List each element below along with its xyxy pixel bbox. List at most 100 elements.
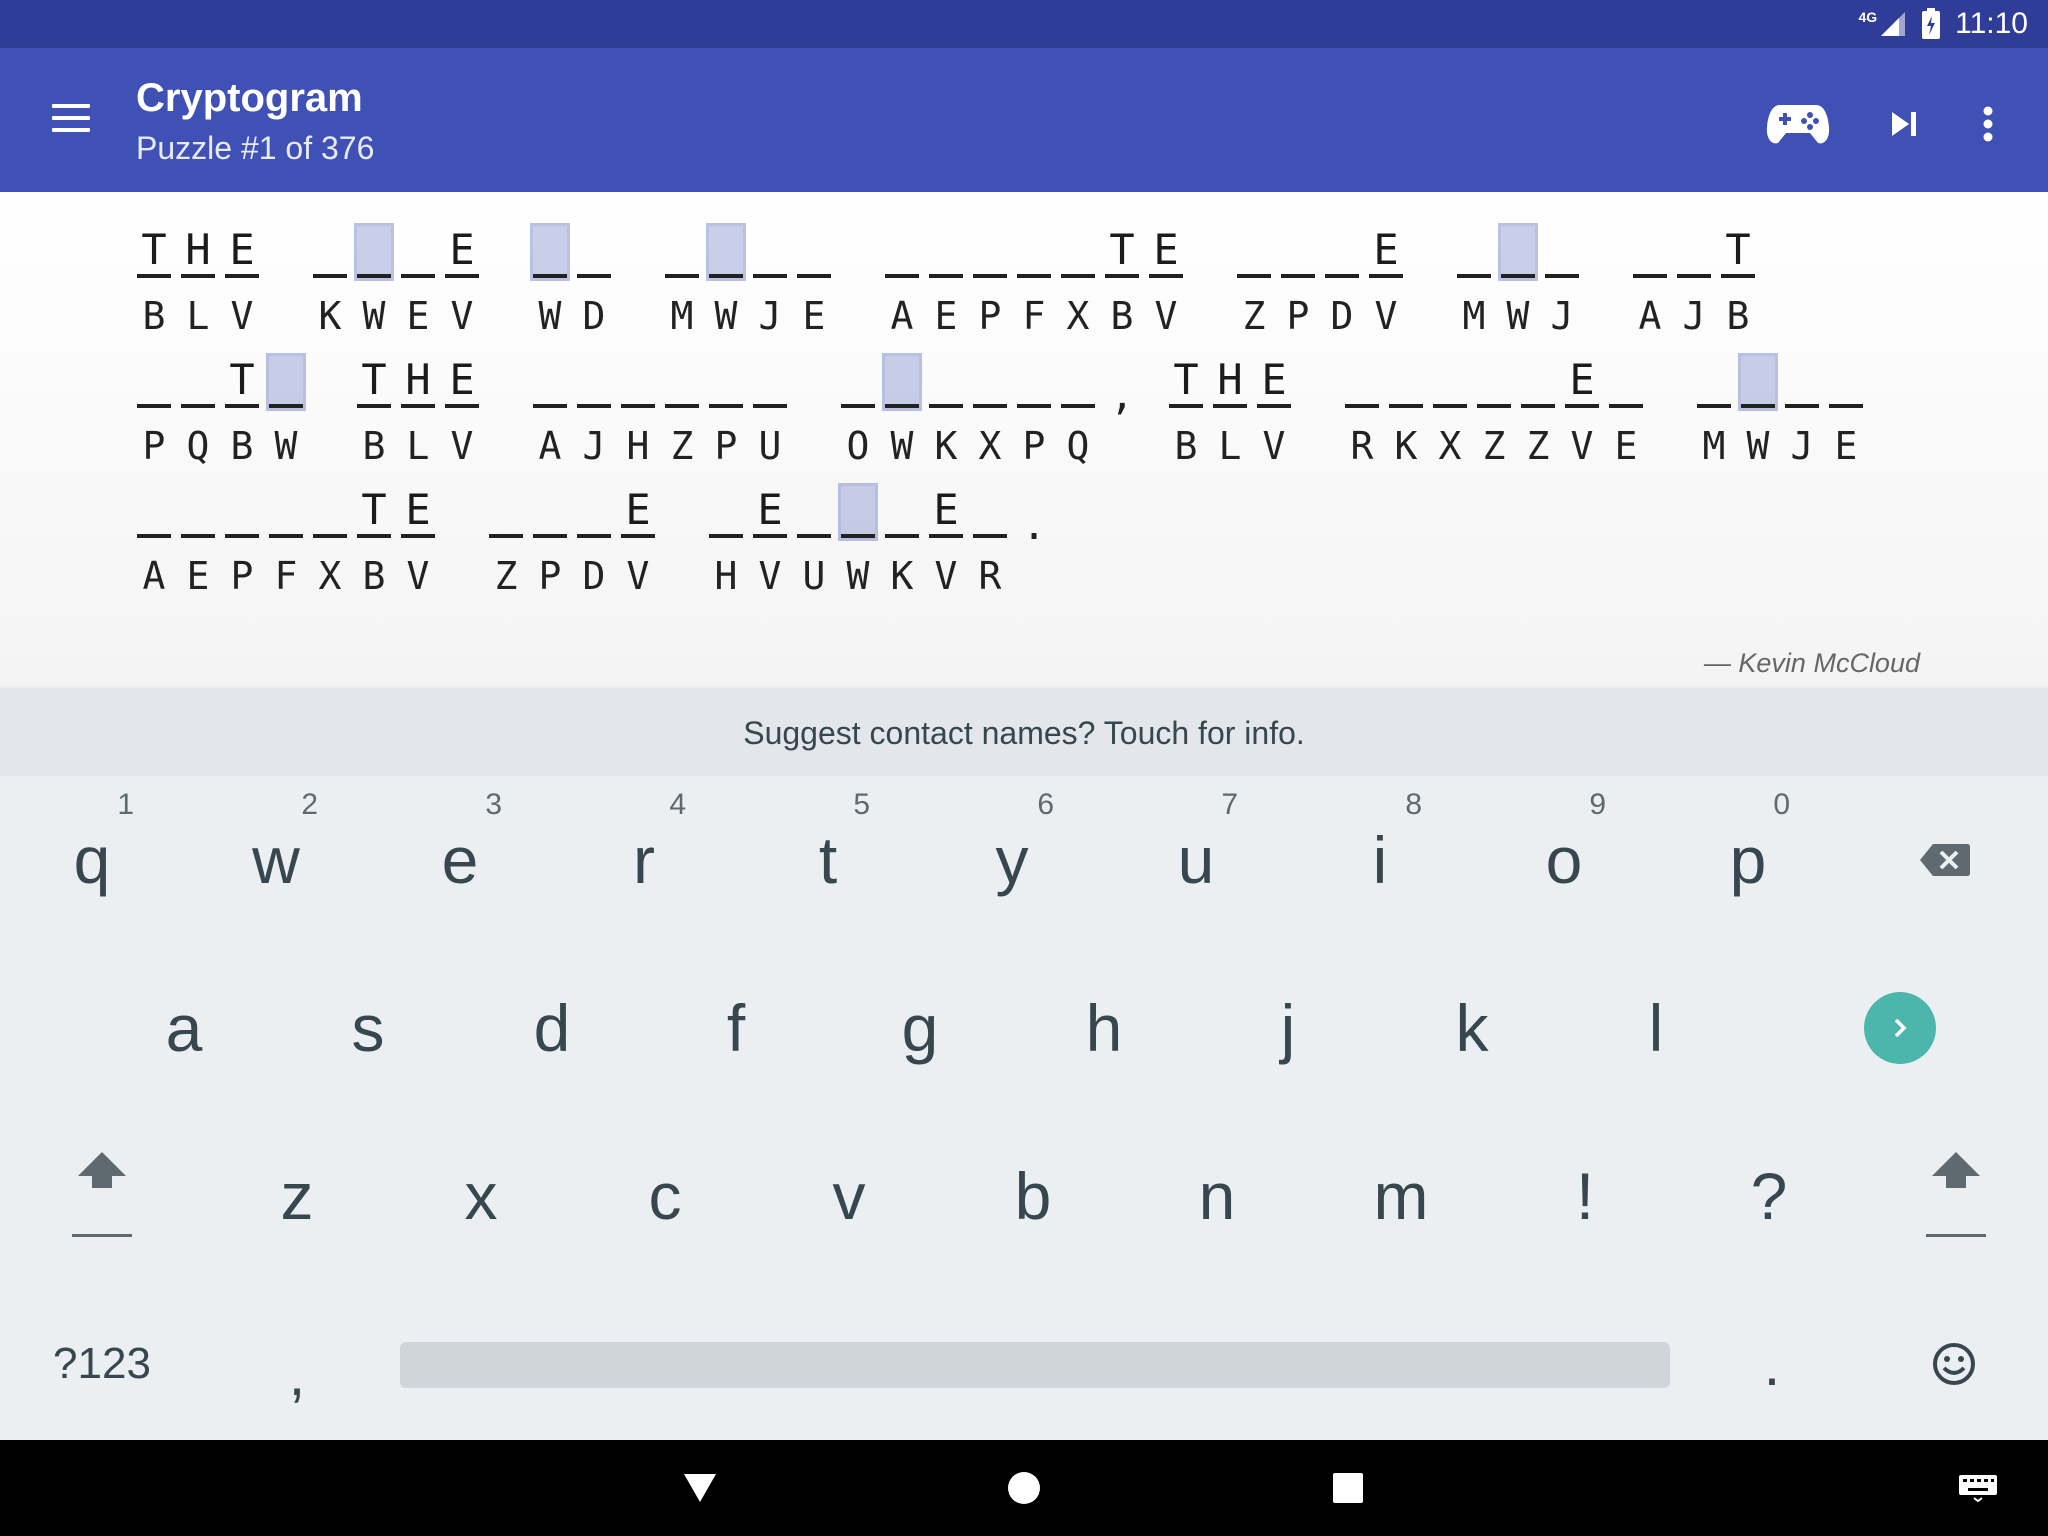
letter-cell[interactable]: J [1780,356,1824,468]
letter-slot[interactable] [797,486,831,538]
letter-slot[interactable]: E [401,486,435,538]
letter-cell[interactable]: EV [616,486,660,598]
key-h[interactable]: h [1012,944,1196,1112]
letter-cell[interactable]: EV [220,226,264,338]
key-g[interactable]: g [828,944,1012,1112]
letter-cell[interactable]: W [264,353,308,468]
letter-cell[interactable]: X [968,356,1012,468]
selected-letter-slot[interactable] [882,353,922,411]
letter-cell[interactable]: P [132,356,176,468]
letter-slot[interactable] [137,356,171,408]
letter-slot[interactable]: T [357,356,391,408]
key-q[interactable]: 1q [0,776,184,944]
letter-slot[interactable] [313,226,347,278]
letter-slot[interactable]: T [357,486,391,538]
letter-cell[interactable]: R [1340,356,1384,468]
letter-cell[interactable]: HL [176,226,220,338]
backspace-key[interactable] [1853,776,2037,944]
letter-cell[interactable]: K [880,486,924,598]
letter-cell[interactable]: TB [352,356,396,468]
letter-cell[interactable]: X [1428,356,1472,468]
letter-cell[interactable]: J [572,356,616,468]
letter-cell[interactable]: EV [1560,356,1604,468]
letter-cell[interactable]: W [836,483,880,598]
letter-slot[interactable]: E [445,356,479,408]
letter-slot[interactable]: E [1149,226,1183,278]
letter-slot[interactable] [401,226,435,278]
letter-slot[interactable] [225,486,259,538]
letter-slot[interactable] [533,356,567,408]
letter-cell[interactable]: A [132,486,176,598]
letter-slot[interactable] [1061,356,1095,408]
letter-slot[interactable] [1345,356,1379,408]
letter-cell[interactable]: P [528,486,572,598]
letter-slot[interactable] [1785,356,1819,408]
key-m[interactable]: m [1309,1112,1493,1280]
letter-slot[interactable]: E [1257,356,1291,408]
letter-slot[interactable] [577,486,611,538]
letter-cell[interactable]: D [1320,226,1364,338]
emoji-key[interactable] [1862,1280,2046,1448]
letter-slot[interactable] [1697,356,1731,408]
key-f[interactable]: f [644,944,828,1112]
letter-slot[interactable] [1433,356,1467,408]
shift-key-left[interactable] [10,1112,194,1280]
letter-slot[interactable] [181,356,215,408]
letter-slot[interactable] [973,356,1007,408]
letter-cell[interactable]: Z [1472,356,1516,468]
home-icon[interactable] [994,1458,1054,1518]
letter-cell[interactable]: EV [396,486,440,598]
letter-slot[interactable] [577,226,611,278]
letter-slot[interactable] [709,486,743,538]
letter-slot[interactable] [885,226,919,278]
letter-slot[interactable] [1477,356,1511,408]
letter-slot[interactable] [709,356,743,408]
letter-cell[interactable]: W [528,223,572,338]
letter-cell[interactable]: A [1628,226,1672,338]
letter-slot[interactable] [181,486,215,538]
key-j[interactable]: j [1196,944,1380,1112]
letter-cell[interactable]: HL [396,356,440,468]
letter-slot[interactable]: T [1721,226,1755,278]
letter-slot[interactable] [797,226,831,278]
letter-slot[interactable] [1545,226,1579,278]
letter-slot[interactable] [313,486,347,538]
letter-slot[interactable]: E [1565,356,1599,408]
letter-slot[interactable]: H [401,356,435,408]
letter-cell[interactable]: EV [1364,226,1408,338]
key-r[interactable]: 4r [552,776,736,944]
letter-cell[interactable]: P [704,356,748,468]
letter-cell[interactable]: E [924,226,968,338]
letter-cell[interactable]: W [1496,223,1540,338]
letter-cell[interactable]: U [792,486,836,598]
letter-cell[interactable]: TB [1100,226,1144,338]
letter-slot[interactable] [753,356,787,408]
selected-letter-slot[interactable] [354,223,394,281]
letter-cell[interactable]: EV [748,486,792,598]
letter-slot[interactable] [269,486,303,538]
letter-slot[interactable] [1281,226,1315,278]
letter-slot[interactable] [665,356,699,408]
letter-slot[interactable] [489,486,523,538]
letter-slot[interactable] [929,226,963,278]
letter-cell[interactable]: E [176,486,220,598]
letter-slot[interactable] [577,356,611,408]
letter-cell[interactable]: F [264,486,308,598]
letter-cell[interactable]: A [880,226,924,338]
letter-cell[interactable]: TB [1164,356,1208,468]
skip-next-icon[interactable] [1864,84,1944,164]
back-icon[interactable] [670,1458,730,1518]
selected-letter-slot[interactable] [838,483,878,541]
key-d[interactable]: d [460,944,644,1112]
suggestion-strip[interactable]: Suggest contact names? Touch for info. [0,686,2048,778]
letter-cell[interactable]: A [528,356,572,468]
letter-slot[interactable] [1633,226,1667,278]
shift-key-right[interactable] [1864,1112,2048,1280]
letter-cell[interactable]: P [1012,356,1056,468]
selected-letter-slot[interactable] [530,223,570,281]
key-x[interactable]: x [389,1112,573,1280]
selected-letter-slot[interactable] [1738,353,1778,411]
letter-cell[interactable]: M [660,226,704,338]
key-question[interactable]: ? [1677,1112,1861,1280]
letter-cell[interactable]: U [748,356,792,468]
